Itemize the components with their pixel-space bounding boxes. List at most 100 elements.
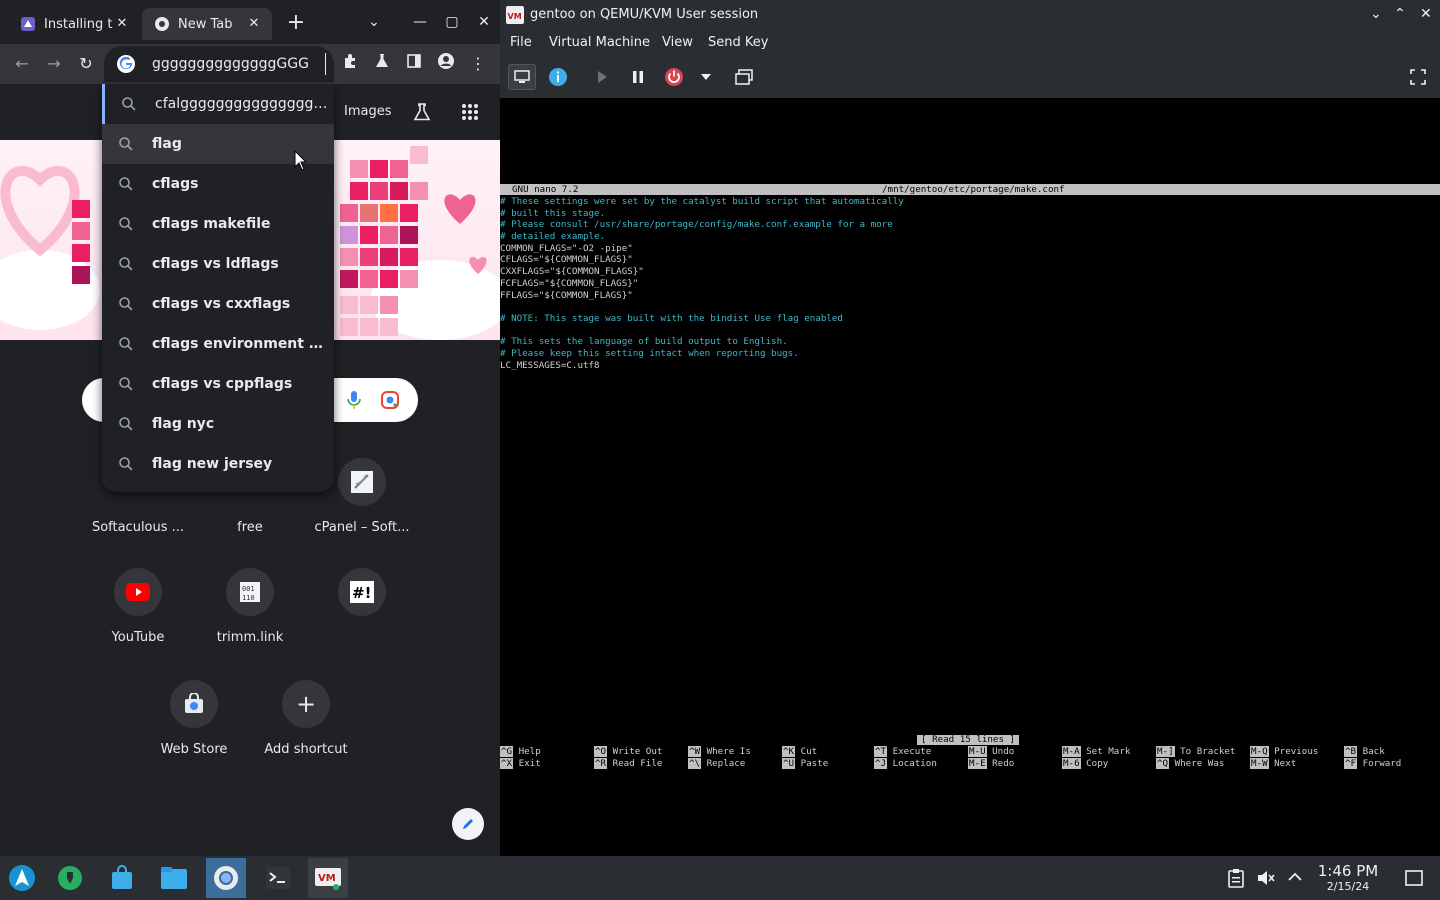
volume-muted-icon[interactable] [1256,868,1276,892]
nano-shortcut: ^W Where Is [688,746,751,757]
fullscreen-button[interactable] [1404,64,1432,90]
nano-shortcut-key: M-E [968,758,987,769]
show-details-button[interactable] [544,64,572,90]
taskbar-virt-manager[interactable]: VM [308,858,348,898]
power-icon [665,68,683,86]
suggestion-text: cflags makefile [152,216,271,232]
nano-shortcut: M-E Redo [968,758,1014,769]
back-icon[interactable]: ← [10,52,34,76]
vm-toolbar [500,56,1440,98]
forward-icon[interactable]: → [42,52,66,76]
voice-search-icon[interactable] [346,390,362,410]
omnibox-suggestions: cfalggggggggggggggggg... flag cflags cfl… [102,84,334,492]
shortcut-web-store[interactable]: Web Store [138,680,250,780]
taskbar-terminal[interactable] [258,858,298,898]
maximize-icon[interactable]: ▢ [442,12,462,32]
show-desktop-icon[interactable] [1404,868,1424,892]
svg-text:#!: #! [352,584,371,602]
fullscreen-icon [1410,69,1426,85]
show-console-button[interactable] [508,64,536,90]
images-link[interactable]: Images [344,104,392,119]
menu-file[interactable]: File [510,35,532,50]
file-line: # NOTE: This stage was built with the bi… [500,312,843,324]
nano-shortcut: M-A Set Mark [1062,746,1130,757]
minimize-icon[interactable]: — [410,12,430,32]
folder-icon [161,867,187,889]
customize-chrome-button[interactable] [452,808,484,840]
pause-button[interactable] [624,64,652,90]
tab-new-tab[interactable]: New Tab ✕ [142,8,272,40]
file-line: # detailed example. [500,231,606,243]
taskbar-file-manager[interactable] [154,858,194,898]
profile-avatar-icon[interactable] [434,52,458,76]
file-line: LC_MESSAGES=C.utf8 [500,359,600,371]
minimize-icon[interactable]: ⌄ [1370,6,1382,22]
webstore-icon [170,680,218,728]
suggestion-item[interactable]: cflags vs cxxflags [102,284,334,324]
taskbar-tool-app[interactable] [50,858,90,898]
menu-kebab-icon[interactable]: ⋮ [466,52,490,76]
tray-expand-icon[interactable] [1286,868,1304,890]
shortcut-youtube[interactable]: YouTube [82,568,194,668]
menu-view[interactable]: View [662,35,693,50]
nano-header: GNU nano 7.2 /mnt/gentoo/etc/portage/mak… [500,184,1440,195]
nano-shortcut-label: Exit [513,758,541,769]
clipboard-icon[interactable] [1226,868,1246,892]
omnibox[interactable] [104,46,334,82]
nano-shortcut: ^O Write Out [594,746,662,757]
suggestion-item[interactable]: cflags makefile [102,204,334,244]
shutdown-button[interactable] [660,64,688,90]
menu-virtual-machine[interactable]: Virtual Machine [549,35,650,50]
tab-search-icon[interactable]: ⌄ [364,12,384,32]
nano-shortcut: ^F Forward [1344,758,1401,769]
side-panel-icon[interactable] [402,52,426,76]
nano-shortcut-key: M-Q [1250,746,1269,757]
reload-icon[interactable]: ↻ [74,52,98,76]
menu-send-key[interactable]: Send Key [708,35,768,50]
suggestion-item[interactable]: cfalggggggggggggggggg... [102,84,334,124]
svg-text:001: 001 [242,585,255,593]
nano-shortcut: ^R Read File [594,758,662,769]
nano-shortcut-key: ^X [500,758,514,769]
close-tab-icon[interactable]: ✕ [246,16,262,32]
youtube-icon [114,568,162,616]
labs-icon[interactable] [370,52,394,76]
nano-buffer[interactable]: # These settings were set by the catalys… [500,196,904,371]
shutdown-menu-button[interactable] [692,64,720,90]
shortcut-trimm-link[interactable]: 001 110 trimm.link [194,568,306,668]
cpanel-icon [338,458,386,506]
add-shortcut-button[interactable]: + Add shortcut [250,680,362,780]
app-launcher-button[interactable] [2,858,42,898]
suggestion-item[interactable]: cflags vs ldflags [102,244,334,284]
suggestion-item[interactable]: flag nyc [102,404,334,444]
taskbar-discover[interactable] [102,858,142,898]
suggestion-item[interactable]: cflags environment var... [102,324,334,364]
taskbar-clock[interactable]: 1:46 PM 2/15/24 [1308,862,1388,894]
labs-flask-icon[interactable] [412,102,432,122]
close-window-icon[interactable]: ✕ [1420,6,1432,22]
snapshots-button[interactable] [730,64,758,90]
nano-status-message: [ Read 15 lines ] [917,735,1020,745]
google-lens-icon[interactable] [380,390,400,410]
close-window-icon[interactable]: ✕ [474,12,494,32]
virt-manager-icon: VM [315,868,341,890]
extensions-icon[interactable] [338,52,362,76]
suggestion-item[interactable]: flag new jersey [102,444,334,484]
shortcut-hashtag[interactable]: #! [306,568,418,668]
run-button[interactable] [588,64,616,90]
maximize-icon[interactable]: ⌃ [1394,6,1406,22]
suggestion-item[interactable]: cflags vs cppflags [102,364,334,404]
close-tab-icon[interactable]: ✕ [114,16,130,32]
taskbar-chrome[interactable] [206,858,246,898]
apps-grid-icon[interactable] [460,102,480,122]
svg-text:110: 110 [242,594,255,602]
vm-console[interactable]: GNU nano 7.2 /mnt/gentoo/etc/portage/mak… [500,98,1440,856]
omnibox-input[interactable] [152,53,326,75]
arch-logo-icon [9,865,35,891]
taskbar: VM 1:46 PM 2/15/24 [0,856,1440,900]
new-tab-button[interactable]: + [284,12,308,36]
nano-shortcut: ^T Execute [874,746,931,757]
search-icon [119,377,133,391]
tab-installing[interactable]: Installing t ✕ [8,8,140,40]
nano-shortcut-label: To Bracket [1174,746,1236,757]
